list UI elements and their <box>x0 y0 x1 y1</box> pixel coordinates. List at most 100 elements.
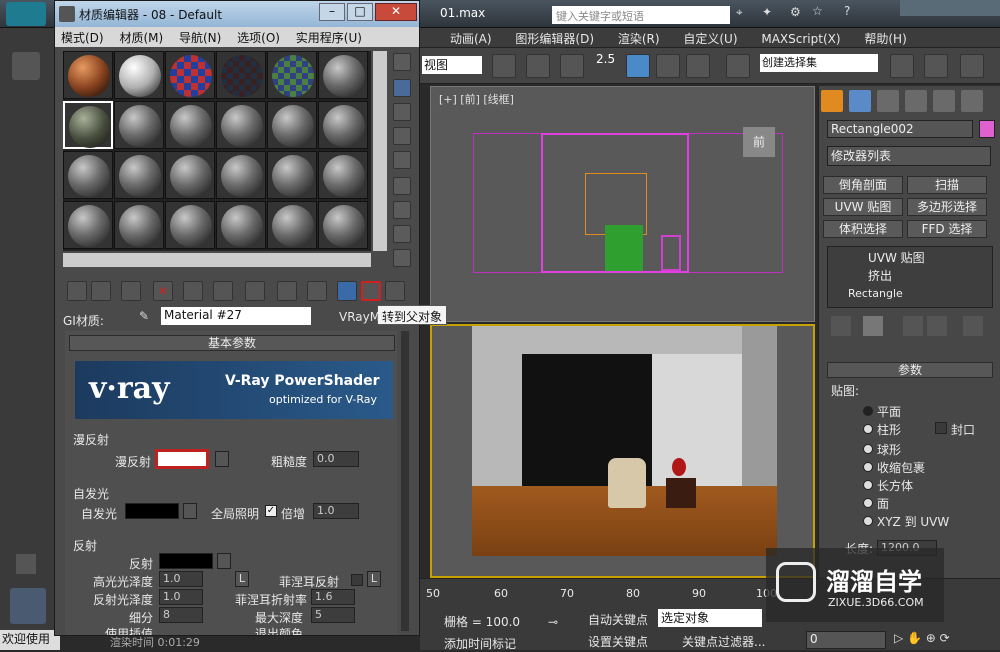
make-unique-icon[interactable] <box>213 281 233 301</box>
material-id-icon[interactable] <box>277 281 297 301</box>
poly-select-button[interactable]: 多边形选择 <box>907 198 987 216</box>
sample-slot[interactable] <box>63 51 113 99</box>
modifier-list-dropdown[interactable]: 修改器列表 <box>827 146 991 166</box>
align-icon[interactable] <box>924 54 948 78</box>
mapping-cylindrical[interactable]: 柱形 <box>877 421 901 438</box>
make-copy-icon[interactable] <box>183 281 203 301</box>
make-preview-icon[interactable] <box>393 177 411 195</box>
sample-slot[interactable] <box>114 101 164 149</box>
maximize-button[interactable]: □ <box>347 3 373 21</box>
diffuse-swatch[interactable] <box>155 449 209 469</box>
menu-utilities[interactable]: 实用程序(U) <box>290 27 368 48</box>
pivot-icon[interactable] <box>492 54 516 78</box>
set-key-label[interactable]: 设置关键点 <box>588 633 648 650</box>
menu-maxscript[interactable]: MAXScript(X) <box>751 30 850 48</box>
sample-slot[interactable] <box>216 101 266 149</box>
menu-options[interactable]: 选项(O) <box>231 27 286 48</box>
view-dropdown[interactable]: 视图 <box>422 56 482 74</box>
material-map-navigator-icon[interactable] <box>393 249 411 267</box>
vol-select-button[interactable]: 体积选择 <box>823 220 903 238</box>
fresnel-checkbox[interactable] <box>351 574 363 586</box>
subdivs-spinner[interactable]: 8 <box>159 607 203 623</box>
mapping-box[interactable]: 长方体 <box>877 477 913 494</box>
sample-slot[interactable] <box>267 101 317 149</box>
percent-snap-icon[interactable] <box>656 54 680 78</box>
viewport-layout-icon[interactable] <box>10 588 46 624</box>
radio-shrinkwrap[interactable] <box>863 462 873 472</box>
user-icon[interactable]: ⚙ <box>790 5 801 19</box>
stack-item-rectangle[interactable]: Rectangle <box>848 287 903 300</box>
mirror-icon[interactable] <box>890 54 914 78</box>
mapping-planar[interactable]: 平面 <box>877 403 901 420</box>
sample-slot[interactable] <box>267 51 317 99</box>
sample-slot[interactable] <box>216 51 266 99</box>
link-icon[interactable] <box>12 52 40 80</box>
slots-vertical-scrollbar[interactable] <box>373 51 387 251</box>
reflect-swatch[interactable] <box>159 553 213 569</box>
hilight-gloss-spinner[interactable]: 1.0 <box>159 571 203 587</box>
refl-gloss-spinner[interactable]: 1.0 <box>159 589 203 605</box>
frame-field[interactable]: 0 <box>806 631 886 649</box>
make-unique-icon[interactable] <box>903 316 923 336</box>
fresnel-lock-button[interactable]: L <box>367 571 381 587</box>
reset-map-icon[interactable]: ✕ <box>153 281 173 301</box>
sample-slot[interactable] <box>318 51 368 99</box>
uvw-map-button[interactable]: UVW 贴图 <box>823 198 903 216</box>
sample-slot[interactable] <box>63 201 113 249</box>
motion-tab-icon[interactable] <box>905 90 927 112</box>
sample-slot[interactable] <box>318 201 368 249</box>
angle-snap-icon[interactable] <box>626 54 650 78</box>
sample-slot[interactable] <box>267 151 317 199</box>
sample-slot[interactable] <box>318 101 368 149</box>
eyedropper-icon[interactable]: ✎ <box>139 309 149 323</box>
fresnel-ior-spinner[interactable]: 1.6 <box>311 589 355 605</box>
menu-modes[interactable]: 模式(D) <box>55 27 110 48</box>
modify-tab-icon[interactable] <box>849 90 871 112</box>
reflect-map-button[interactable] <box>217 553 231 569</box>
close-button[interactable]: ✕ <box>375 3 417 21</box>
sample-slot[interactable] <box>165 151 215 199</box>
options-icon[interactable] <box>393 201 411 219</box>
basic-params-head[interactable]: 基本参数 <box>69 335 395 351</box>
backlight-icon[interactable] <box>393 79 411 97</box>
binoculars-icon[interactable]: ⌖ <box>736 5 743 20</box>
selection-set-dropdown[interactable]: 创建选择集 <box>760 54 878 72</box>
perspective-viewport[interactable] <box>430 324 815 578</box>
material-name-field[interactable]: Material #27 <box>161 307 311 325</box>
show-map-icon[interactable] <box>307 281 327 301</box>
mapping-spherical[interactable]: 球形 <box>877 441 901 458</box>
radio-box[interactable] <box>863 480 873 490</box>
radio-cylindrical[interactable] <box>863 424 873 434</box>
layer-icon[interactable] <box>960 54 984 78</box>
create-tab-icon[interactable] <box>821 90 843 112</box>
menu-help[interactable]: 帮助(H) <box>854 28 916 49</box>
sample-slot[interactable] <box>267 201 317 249</box>
select-link-icon[interactable] <box>560 54 584 78</box>
menu-animation[interactable]: 动画(A) <box>440 28 502 49</box>
sample-slot[interactable] <box>114 51 164 99</box>
sample-type-icon[interactable] <box>393 53 411 71</box>
key-mode-icon[interactable]: ⊸ <box>548 615 558 629</box>
key-filter-button[interactable]: 关键点过滤器... <box>682 633 765 650</box>
sample-slot[interactable] <box>165 101 215 149</box>
material-editor-titlebar[interactable]: 材质编辑器 - 08 - Default – □ ✕ <box>55 1 419 27</box>
radio-planar[interactable] <box>863 406 873 416</box>
max-depth-spinner[interactable]: 5 <box>311 607 355 623</box>
configure-sets-icon[interactable] <box>963 316 983 336</box>
mapping-shrinkwrap[interactable]: 收缩包裹 <box>877 459 925 476</box>
diffuse-map-button[interactable] <box>215 451 229 467</box>
play-icon[interactable] <box>16 554 36 574</box>
select-by-material-icon[interactable] <box>393 225 411 243</box>
spinner-snap-icon[interactable] <box>686 54 710 78</box>
tools-icon[interactable]: ✦ <box>762 5 772 19</box>
utilities-tab-icon[interactable] <box>961 90 983 112</box>
gi-checkbox[interactable]: ✓ <box>265 505 277 517</box>
sweep-button[interactable]: 扫描 <box>907 176 987 194</box>
sample-slot-active[interactable] <box>63 101 113 149</box>
front-viewport[interactable]: [+] [前] [线框] 前 <box>430 86 815 322</box>
display-tab-icon[interactable] <box>933 90 955 112</box>
menu-graph-editors[interactable]: 图形编辑器(D) <box>505 28 604 49</box>
params-scrollbar[interactable] <box>401 331 409 631</box>
menu-material[interactable]: 材质(M) <box>113 27 169 48</box>
cap-checkbox[interactable] <box>935 422 947 434</box>
